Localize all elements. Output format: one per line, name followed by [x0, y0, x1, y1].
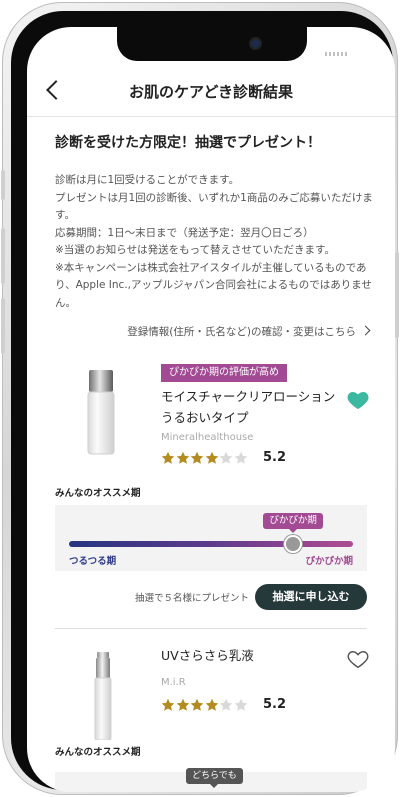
star-empty-icon: [219, 698, 233, 711]
lottery-line: プレゼントは月1回の診断後、いずれか1商品のみご応募いただけます。: [55, 191, 373, 222]
star-filled-icon: [176, 451, 189, 464]
phone-bezel: お肌のケアどき診断結果 診断を受けた方限定！抽選でプレゼント！ 診断は月に1回受…: [11, 11, 395, 792]
star-filled-icon: [190, 698, 204, 711]
star-filled-icon: [161, 698, 175, 711]
lottery-line: 応募期間：1日〜末日まで（発送予定：翌月〇日ごろ）: [55, 226, 314, 239]
star-filled-icon: [176, 698, 189, 711]
lotion-bottle-image: [87, 370, 115, 455]
present-note: 抽選で５名様にプレゼント: [135, 593, 250, 604]
rating-value: 5.2: [263, 697, 287, 712]
registration-link-label: 登録情報(住所・氏名など)の確認・変更はこちら: [127, 326, 356, 338]
notch: [117, 27, 307, 61]
star-filled-icon: [205, 451, 218, 464]
lottery-description: 診断は月に1回受けることができます。 プレゼントは月1回の診断後、いずれか1商品…: [55, 172, 375, 312]
lottery-line: ※当選のお知らせは発送をもって替えさせていただきます。: [55, 244, 336, 256]
recommend-label: みんなのオススメ期: [55, 488, 141, 499]
slider-right-label: ぴかぴか期: [305, 556, 353, 567]
star-filled-icon: [161, 451, 175, 464]
slider-left-label: つるつる期: [69, 556, 117, 567]
phone-frame: お肌のケアどき診断結果 診断を受けた方限定！抽選でプレゼント！ 診断は月に1回受…: [1, 2, 399, 795]
page-title: お肌のケアどき診断結果: [128, 83, 294, 101]
product-brand: Mineralhealthouse: [161, 432, 254, 443]
registration-link[interactable]: 登録情報(住所・氏名など)の確認・変更はこちら: [127, 324, 371, 339]
product-name[interactable]: UVさらさら乳液: [161, 645, 337, 666]
status-bar-indicator: [325, 52, 347, 56]
product-brand: M.i.R: [161, 677, 186, 688]
star-filled-icon: [205, 698, 218, 711]
slider-thumb: [286, 537, 301, 551]
chevron-right-icon: [360, 325, 371, 336]
slider-bubble: どちらでも: [186, 768, 243, 788]
camera-icon: [251, 39, 260, 48]
slider-bubble: ぴかぴか期: [263, 513, 323, 533]
divider: [55, 628, 367, 629]
product-name[interactable]: モイスチャークリアローションうるおいタイプ: [161, 386, 337, 428]
volume-down-button: [1, 298, 5, 354]
lottery-title: 診断を受けた方限定！抽選でプレゼント！: [55, 135, 321, 151]
lottery-line: 診断は月に1回受けることができます。: [55, 174, 240, 186]
app-header: お肌のケアどき診断結果: [27, 67, 395, 117]
recommend-label: みんなのオススメ期: [55, 747, 141, 758]
slider-track: [69, 541, 353, 547]
mute-switch: [1, 170, 5, 200]
apply-lottery-button[interactable]: 抽選に申し込む: [255, 584, 367, 610]
recommend-slider: ぴかぴか期 つるつる期 ぴかぴか期: [55, 505, 367, 571]
heart-icon[interactable]: [347, 648, 369, 670]
heart-icon[interactable]: [347, 389, 369, 411]
milk-bottle-image: [94, 652, 112, 740]
star-empty-icon: [219, 451, 233, 464]
star-empty-icon: [234, 698, 247, 711]
star-rating: [161, 451, 248, 465]
star-filled-icon: [190, 451, 204, 464]
screen: お肌のケアどき診断結果 診断を受けた方限定！抽選でプレゼント！ 診断は月に1回受…: [27, 27, 395, 792]
volume-up-button: [1, 228, 5, 284]
evaluation-badge: ぴかぴか期の評価が高め: [161, 364, 287, 382]
rating-value: 5.2: [263, 450, 287, 465]
star-empty-icon: [234, 451, 247, 464]
lottery-line: ※本キャンペーンは株式会社アイスタイルが主催しているものであり、Apple In…: [55, 261, 372, 309]
power-button: [395, 252, 399, 338]
star-rating: [161, 698, 248, 712]
